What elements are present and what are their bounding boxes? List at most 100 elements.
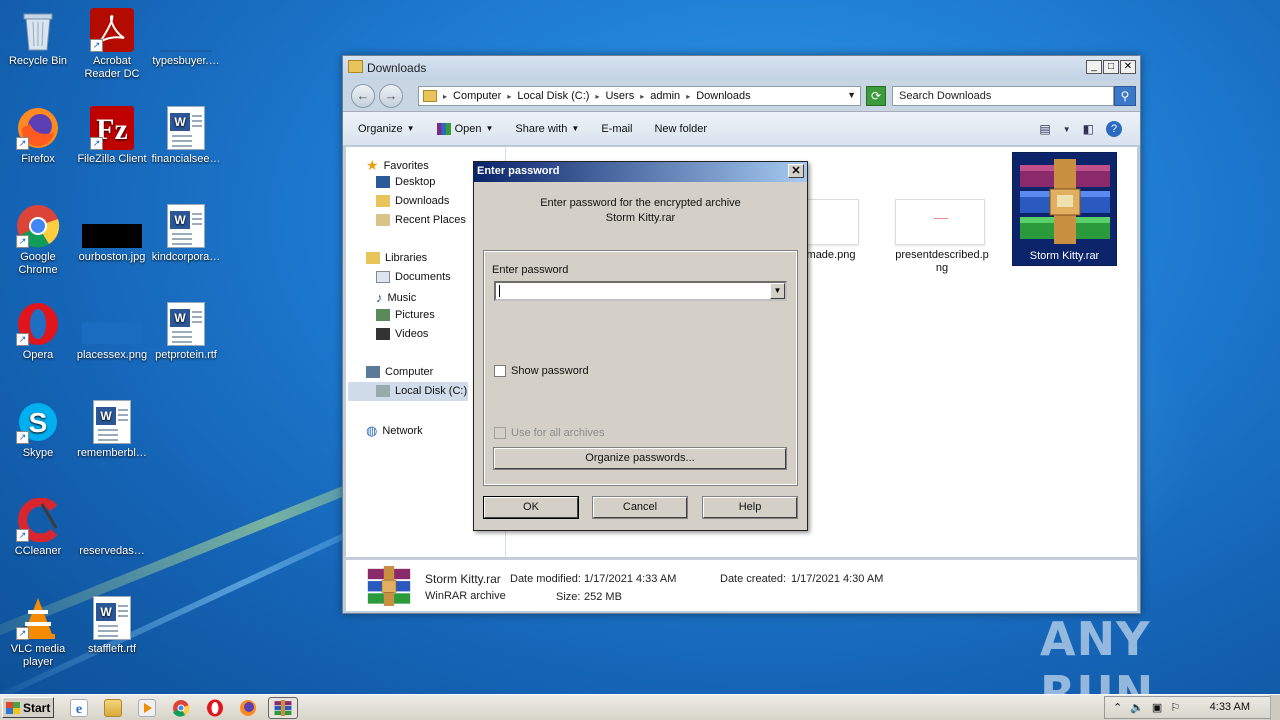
address-bar[interactable]: ▸ Computer ▸ Local Disk (C:) ▸ Users ▸ a… — [418, 86, 861, 106]
maximize-button[interactable]: □ — [1103, 60, 1119, 74]
minimize-button[interactable]: _ — [1086, 60, 1102, 74]
view-options-icon[interactable]: ▤ — [1039, 122, 1050, 136]
desktop-icon-skype[interactable]: S ↗ Skype — [0, 400, 76, 460]
desktop-icon-recycle-bin[interactable]: Recycle Bin — [0, 8, 76, 68]
firefox-taskbar-icon[interactable] — [238, 699, 260, 717]
forward-button[interactable]: → — [379, 84, 403, 108]
chevron-down-icon[interactable]: ▼ — [847, 90, 856, 100]
desktop-icon-placessex[interactable]: placessex.png — [74, 302, 150, 362]
use-for-all-archives-checkbox[interactable]: Use for all archives — [494, 427, 605, 439]
nav-label: Pictures — [395, 309, 435, 321]
network-icon: ◍ — [366, 423, 378, 438]
winrar-taskbar-button[interactable] — [268, 697, 298, 719]
breadcrumb-item[interactable]: admin — [650, 90, 680, 102]
checkbox-label: Show password — [511, 365, 589, 377]
desktop-icon-label: petprotein.rtf — [155, 349, 217, 361]
show-password-checkbox[interactable]: Show password — [494, 365, 589, 377]
made-png-thumbnail[interactable] — [801, 199, 859, 245]
nav-videos[interactable]: Videos — [376, 328, 428, 340]
nav-desktop[interactable]: Desktop — [376, 176, 435, 188]
dialog-close-button[interactable]: ✕ — [788, 164, 804, 178]
action-center-flag-icon[interactable]: ⚐ — [1170, 701, 1180, 714]
desktop-icon-ccleaner[interactable]: ↗ CCleaner — [0, 497, 76, 558]
chevron-down-icon: ▼ — [571, 124, 580, 133]
desktop-icon-rememberbl[interactable]: W rememberbl… — [74, 400, 150, 460]
nav-libraries[interactable]: Libraries — [366, 252, 427, 264]
show-desktop-button[interactable] — [1270, 695, 1280, 720]
chrome-taskbar-icon[interactable] — [172, 699, 190, 717]
chevron-down-icon[interactable]: ▼ — [1063, 125, 1071, 134]
storm-kitty-file[interactable]: Storm Kitty.rar — [1012, 152, 1117, 266]
email-button[interactable]: E-mail — [601, 123, 632, 135]
desktop-icon-vlc[interactable]: ↗ VLC media player — [0, 596, 76, 669]
downloads-folder-icon — [376, 195, 390, 207]
desktop-icon-kindcorpora[interactable]: W kindcorpora… — [148, 204, 224, 264]
ie-icon[interactable]: e — [70, 699, 88, 717]
nav-network[interactable]: ◍ Network — [366, 423, 423, 439]
nav-favorites[interactable]: ★ Favorites — [366, 157, 429, 174]
nav-label: Documents — [395, 271, 451, 283]
desktop-icon-label: Acrobat Reader DC — [84, 55, 140, 80]
desktop-icon-petprotein[interactable]: W petprotein.rtf — [148, 302, 224, 362]
preview-pane-icon[interactable]: ◧ — [1083, 122, 1094, 136]
desktop-icon-filezilla[interactable]: Fz ↗ FileZilla Client — [74, 106, 150, 166]
breadcrumb-item[interactable]: Computer — [453, 90, 501, 102]
nav-documents[interactable]: Documents — [376, 271, 451, 283]
new-folder-button[interactable]: New folder — [654, 123, 707, 135]
breadcrumb-item[interactable]: Downloads — [696, 90, 750, 102]
organize-passwords-button[interactable]: Organize passwords... — [493, 447, 787, 470]
presentdescribed-thumbnail[interactable] — [895, 199, 985, 245]
close-button[interactable]: ✕ — [1120, 60, 1136, 74]
breadcrumb-item[interactable]: Users — [605, 90, 634, 102]
start-button[interactable]: Start — [2, 697, 54, 718]
breadcrumb-item[interactable]: Local Disk (C:) — [517, 90, 589, 102]
open-button[interactable]: Open ▼ — [436, 122, 493, 135]
desktop-icon-typesbuyer[interactable]: typesbuyer.… — [148, 8, 224, 68]
media-player-icon[interactable] — [138, 699, 156, 717]
desktop-icon-reservedas[interactable]: reservedas… — [74, 498, 150, 558]
show-hidden-icons-icon[interactable]: ⌃ — [1113, 701, 1122, 714]
nav-computer[interactable]: Computer — [366, 366, 433, 378]
explorer-titlebar[interactable]: Downloads _ □ ✕ — [343, 56, 1140, 80]
music-icon: ♪ — [376, 290, 383, 305]
nav-pictures[interactable]: Pictures — [376, 309, 435, 321]
volume-icon[interactable]: 🔈 — [1130, 701, 1144, 714]
share-with-button[interactable]: Share with ▼ — [515, 123, 579, 135]
shortcut-arrow-icon: ↗ — [90, 137, 103, 150]
nav-downloads[interactable]: Downloads — [376, 195, 449, 207]
refresh-button[interactable]: ⟳ — [866, 86, 886, 106]
ccleaner-icon: ↗ — [16, 497, 60, 543]
help-icon[interactable]: ? — [1106, 121, 1122, 137]
network-tray-icon[interactable]: ▣ — [1152, 701, 1162, 714]
desktop-icon-acrobat[interactable]: ↗ Acrobat Reader DC — [74, 8, 150, 81]
back-button[interactable]: ← — [351, 84, 375, 108]
explorer-taskbar-icon[interactable] — [104, 699, 122, 717]
dialog-titlebar[interactable]: Enter password ✕ — [474, 162, 807, 182]
shortcut-arrow-icon: ↗ — [16, 431, 29, 444]
ok-button[interactable]: OK — [483, 496, 579, 519]
help-button[interactable]: Help — [702, 496, 798, 519]
desktop-icon-financialsee[interactable]: W financialsee… — [148, 106, 224, 166]
desktop-icon-firefox[interactable]: ↗ Firefox — [0, 106, 76, 166]
desktop-icon-staffleft[interactable]: W staffleft.rtf — [74, 596, 150, 656]
chevron-down-icon[interactable]: ▼ — [770, 283, 785, 299]
image-file-icon — [82, 302, 142, 346]
cancel-button[interactable]: Cancel — [592, 496, 688, 519]
organize-button[interactable]: Organize ▼ — [358, 123, 415, 135]
documents-icon — [376, 271, 390, 283]
search-icon[interactable]: ⚲ — [1114, 86, 1136, 106]
nav-local-disk[interactable]: Local Disk (C:) — [376, 385, 467, 397]
shortcut-arrow-icon: ↗ — [16, 137, 29, 150]
desktop-icon-label: financialsee… — [151, 153, 221, 165]
desktop-icon-opera[interactable]: ↗ Opera — [0, 302, 76, 362]
opera-taskbar-icon[interactable] — [206, 699, 224, 717]
nav-music[interactable]: ♪ Music — [376, 290, 416, 305]
details-filetype: WinRAR archive — [425, 590, 506, 602]
clock[interactable]: 4:33 AM — [1210, 701, 1250, 713]
nav-recent-places[interactable]: Recent Places — [376, 214, 466, 226]
password-input[interactable]: ▼ — [494, 281, 787, 301]
desktop-icon-ourboston[interactable]: ourboston.jpg — [74, 204, 150, 264]
videos-icon — [376, 328, 390, 340]
desktop-icon-chrome[interactable]: ↗ Google Chrome — [0, 204, 76, 277]
search-input[interactable]: Search Downloads — [892, 86, 1114, 106]
